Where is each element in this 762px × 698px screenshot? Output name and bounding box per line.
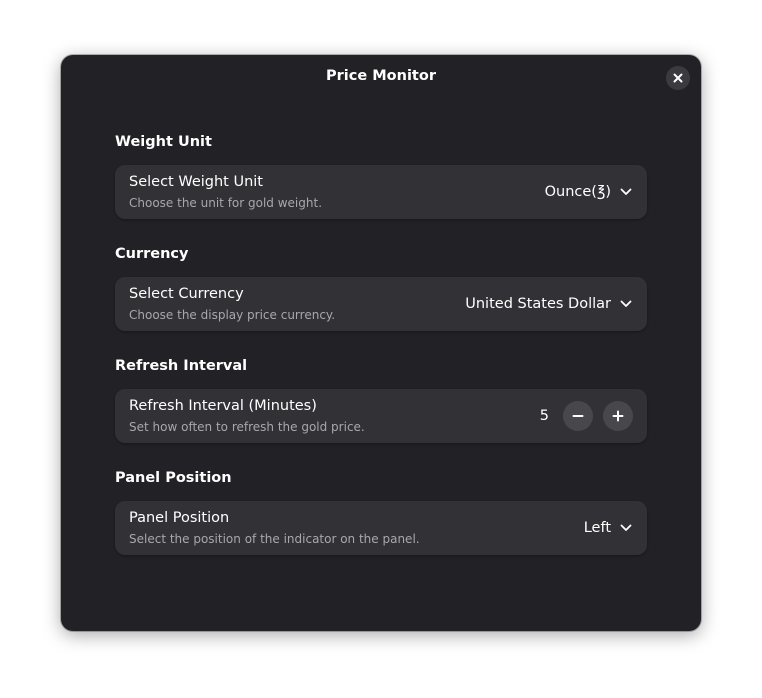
preferences-window: Price Monitor Weight Unit Select Weight … [61,55,701,631]
currency-dropdown[interactable]: United States Dollar [465,277,633,331]
chevron-down-icon [619,297,633,311]
group-heading-panel-position: Panel Position [115,470,232,486]
group-heading-currency: Currency [115,246,189,262]
close-icon [673,73,683,83]
window-title: Price Monitor [326,68,436,84]
preferences-content: Weight Unit Select Weight Unit Choose th… [115,133,647,581]
chevron-down-icon [619,521,633,535]
minus-icon [572,415,584,417]
row-panel-position[interactable]: Panel Position Select the position of th… [115,501,647,555]
group-heading-weight-unit: Weight Unit [115,134,212,150]
row-title-weight-unit: Select Weight Unit [129,174,263,190]
row-title-refresh-interval: Refresh Interval (Minutes) [129,398,317,414]
row-subtitle-weight-unit: Choose the unit for gold weight. [129,196,323,210]
title-bar: Price Monitor [61,55,701,101]
panel-position-dropdown[interactable]: Left [584,501,633,555]
close-button[interactable] [666,66,690,90]
row-refresh-interval: Refresh Interval (Minutes) Set how often… [115,389,647,443]
group-panel-position: Panel Position Panel Position Select the… [115,469,647,555]
refresh-interval-value[interactable]: 5 [540,408,549,424]
row-currency[interactable]: Select Currency Choose the display price… [115,277,647,331]
weight-unit-selected: Ounce(℥) [544,184,611,200]
row-subtitle-panel-position: Select the position of the indicator on … [129,532,420,546]
decrement-button[interactable] [563,401,593,431]
group-heading-refresh-interval: Refresh Interval [115,358,248,374]
group-refresh-interval: Refresh Interval Refresh Interval (Minut… [115,357,647,443]
chevron-down-icon [619,185,633,199]
row-title-panel-position: Panel Position [129,510,230,526]
row-title-currency: Select Currency [129,286,244,302]
currency-selected: United States Dollar [465,296,611,312]
group-currency: Currency Select Currency Choose the disp… [115,245,647,331]
weight-unit-dropdown[interactable]: Ounce(℥) [545,165,633,219]
row-subtitle-currency: Choose the display price currency. [129,308,336,322]
increment-button[interactable] [603,401,633,431]
group-weight-unit: Weight Unit Select Weight Unit Choose th… [115,133,647,219]
plus-icon [612,410,624,422]
panel-position-selected: Left [583,520,611,536]
refresh-interval-spinner: 5 [540,389,633,443]
row-subtitle-refresh-interval: Set how often to refresh the gold price. [129,420,365,434]
row-weight-unit[interactable]: Select Weight Unit Choose the unit for g… [115,165,647,219]
